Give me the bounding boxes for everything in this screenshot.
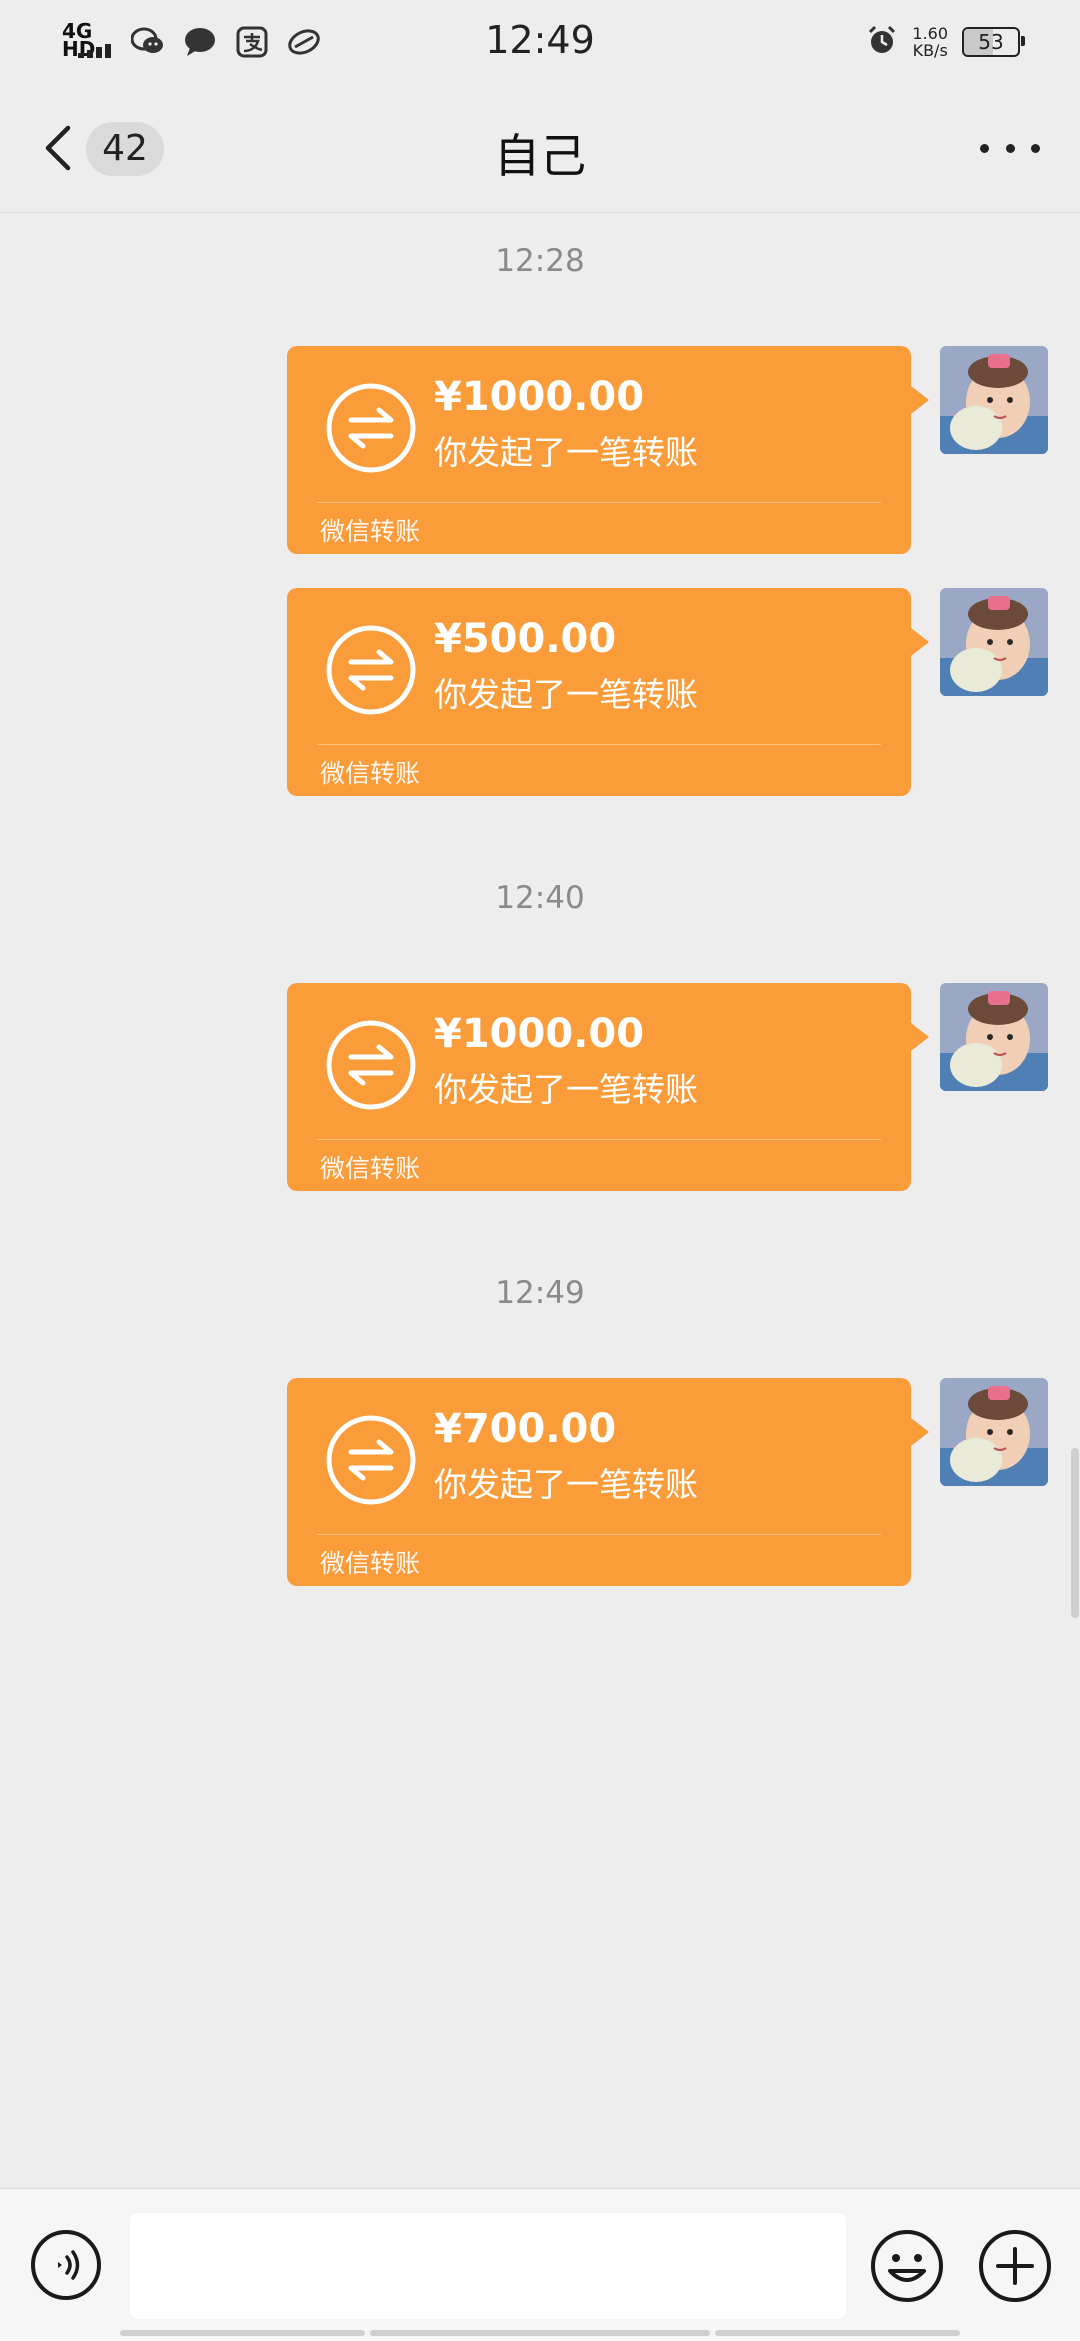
speed-unit: KB/s (912, 41, 948, 60)
voice-input-button[interactable] (30, 2229, 102, 2301)
transfer-footer: 微信转账 (320, 1154, 421, 1183)
transfer-footer: 微信转账 (320, 1549, 421, 1578)
avatar[interactable] (940, 983, 1048, 1091)
status-right: 1.60 KB/s 53 (866, 20, 1025, 64)
transfer-bubble[interactable]: ¥1000.00 你发起了一笔转账 微信转账 (287, 346, 929, 554)
scrollbar[interactable] (1071, 1448, 1079, 1618)
transfer-footer: 微信转账 (320, 517, 421, 546)
transfer-footer: 微信转账 (320, 759, 421, 788)
transfer-bubble[interactable]: ¥500.00 你发起了一笔转账 微信转账 (287, 588, 929, 796)
transfer-icon (326, 1020, 416, 1110)
gesture-bar (120, 2330, 365, 2336)
transfer-icon (326, 383, 416, 473)
emoji-icon (871, 2230, 943, 2302)
more-options-button[interactable] (980, 134, 1040, 162)
timestamp: 12:40 (495, 880, 585, 916)
divider (317, 1534, 881, 1535)
transfer-description: 你发起了一笔转账 (434, 675, 698, 714)
network-speed: 1.60 KB/s (912, 25, 948, 59)
transfer-bubble[interactable]: ¥700.00 你发起了一笔转账 微信转账 (287, 1378, 929, 1586)
dot-icon (980, 143, 989, 153)
divider (317, 502, 881, 503)
transfer-amount: ¥1000.00 (434, 374, 645, 420)
chat-header: 42 自己 (0, 84, 1080, 213)
transfer-bubble[interactable]: ¥1000.00 你发起了一笔转账 微信转账 (287, 983, 929, 1191)
status-bar: 4G HD 12:49 1.60 KB/s 53 (0, 0, 1080, 84)
gesture-bar (715, 2330, 960, 2336)
plus-icon (979, 2230, 1051, 2302)
message-input[interactable] (130, 2213, 846, 2319)
transfer-description: 你发起了一笔转账 (434, 1465, 698, 1504)
alarm-icon (866, 24, 898, 60)
battery-icon: 53 (962, 27, 1025, 57)
dot-icon (1031, 143, 1040, 153)
avatar[interactable] (940, 588, 1048, 696)
transfer-amount: ¥1000.00 (434, 1011, 645, 1057)
speed-value: 1.60 (912, 24, 948, 43)
transfer-amount: ¥700.00 (434, 1406, 617, 1452)
dot-icon (1005, 143, 1015, 153)
chat-title: 自己 (494, 129, 586, 183)
avatar-photo (940, 1378, 1048, 1486)
transfer-description: 你发起了一笔转账 (434, 433, 698, 472)
emoji-button[interactable] (870, 2229, 944, 2303)
avatar[interactable] (940, 346, 1048, 454)
avatar[interactable] (940, 1378, 1048, 1486)
transfer-amount: ¥500.00 (434, 616, 617, 662)
timestamp: 12:28 (495, 243, 585, 279)
input-bar (0, 2188, 1080, 2341)
avatar-photo (940, 983, 1048, 1091)
transfer-icon (326, 1415, 416, 1505)
divider (317, 1139, 881, 1140)
avatar-photo (940, 588, 1048, 696)
more-functions-button[interactable] (978, 2229, 1052, 2303)
divider (317, 744, 881, 745)
transfer-description: 你发起了一笔转账 (434, 1070, 698, 1109)
battery-level: 53 (978, 30, 1004, 54)
avatar-photo (940, 346, 1048, 454)
voice-icon (31, 2230, 101, 2300)
timestamp: 12:49 (495, 1275, 585, 1311)
gesture-bar (370, 2330, 710, 2336)
transfer-icon (326, 625, 416, 715)
